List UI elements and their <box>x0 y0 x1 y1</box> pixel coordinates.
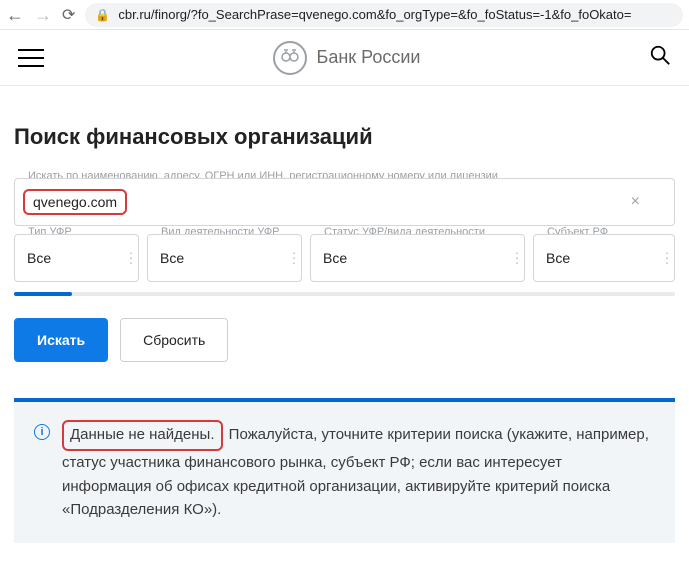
filter-activity-select[interactable]: Все <box>147 234 302 282</box>
filter-status-select[interactable]: Все <box>310 234 525 282</box>
bank-of-russia-logo-icon <box>273 41 307 75</box>
not-found-highlight: Данные не найдены. <box>62 420 223 451</box>
page-title: Поиск финансовых организаций <box>14 124 675 150</box>
filter-activity: Вид деятельности УФР Все <box>147 234 302 282</box>
site-header: Банк России <box>0 30 689 86</box>
scroll-thumb[interactable] <box>14 292 72 296</box>
brand[interactable]: Банк России <box>273 41 421 75</box>
filter-type: Тип УФР Все <box>14 234 139 282</box>
reload-button[interactable]: ⟳ <box>62 5 75 25</box>
brand-text: Банк России <box>317 47 421 68</box>
search-input[interactable]: qvenego.com × <box>14 178 675 226</box>
forward-button[interactable]: → <box>34 6 52 24</box>
filter-scroll-indicator[interactable] <box>14 292 675 296</box>
hamburger-menu-button[interactable] <box>18 49 44 67</box>
site-search-button[interactable] <box>649 44 671 71</box>
search-field: Искать по наименованию, адресу, ОГРН или… <box>14 178 675 226</box>
result-text: Данные не найдены. Пожалуйста, уточните … <box>62 420 655 521</box>
search-button[interactable]: Искать <box>14 318 108 362</box>
filter-status: Статус УФР/вида деятельности Все <box>310 234 525 282</box>
info-icon: i <box>34 424 50 440</box>
browser-toolbar: ← → ⟳ 🔒 cbr.ru/finorg/?fo_SearchPrase=qv… <box>0 0 689 30</box>
back-button[interactable]: ← <box>6 6 24 24</box>
page-content: Поиск финансовых организаций Искать по н… <box>0 86 689 543</box>
filter-type-select[interactable]: Все <box>14 234 139 282</box>
filter-region: Субъект РФ Все <box>533 234 675 282</box>
result-notice: i Данные не найдены. Пожалуйста, уточнит… <box>14 398 675 543</box>
button-row: Искать Сбросить <box>14 318 675 362</box>
address-bar[interactable]: 🔒 cbr.ru/finorg/?fo_SearchPrase=qvenego.… <box>85 3 683 27</box>
reset-button[interactable]: Сбросить <box>120 318 228 362</box>
search-value-highlight: qvenego.com <box>23 189 127 215</box>
url-text: cbr.ru/finorg/?fo_SearchPrase=qvenego.co… <box>118 7 631 22</box>
filter-region-select[interactable]: Все <box>533 234 675 282</box>
lock-icon: 🔒 <box>95 8 110 22</box>
clear-search-button[interactable]: × <box>631 193 640 211</box>
filters-row: Тип УФР Все Вид деятельности УФР Все Ста… <box>14 234 675 282</box>
